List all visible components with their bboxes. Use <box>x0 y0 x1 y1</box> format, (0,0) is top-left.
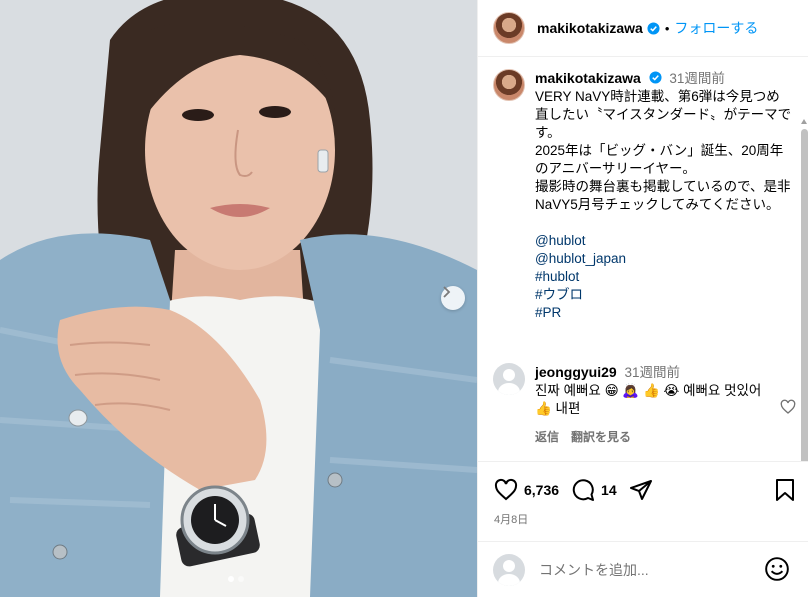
caption-tag[interactable]: #PR <box>535 304 793 322</box>
emoji-icon[interactable] <box>764 556 790 582</box>
add-comment-bar <box>478 541 808 597</box>
post-photo <box>0 0 477 597</box>
reply-button[interactable]: 返信 <box>535 428 559 446</box>
like-heart-icon[interactable] <box>494 478 518 502</box>
carousel-dots <box>228 576 244 582</box>
author-username[interactable]: makikotakizawa <box>537 20 643 36</box>
scroll-up-arrow[interactable] <box>801 119 807 124</box>
caption-username[interactable]: makikotakizawa <box>535 70 641 86</box>
caption-tag[interactable]: @hublot_japan <box>535 250 793 268</box>
comment-text: 진짜 예뻐요 😁 🙇‍♀️ 👍 😭 예뻐요 멋있어 👍 내편 <box>535 383 762 416</box>
commenter-username[interactable]: jeonggyui29 <box>535 364 617 380</box>
comments-scroll-area[interactable]: makikotakizawa 31週間前 VERY NaVY時計連載、第6弾は今… <box>478 57 808 461</box>
follow-button[interactable]: フォローする <box>674 18 758 38</box>
verified-badge-icon <box>647 21 660 35</box>
author-avatar[interactable] <box>493 12 525 44</box>
share-paper-plane-icon[interactable] <box>629 478 653 502</box>
scrollbar-thumb[interactable] <box>801 129 808 461</box>
post-date[interactable]: 4月8日 <box>494 511 528 527</box>
current-user-avatar <box>493 553 525 586</box>
commenter-avatar[interactable] <box>493 363 525 395</box>
caption-tag[interactable]: #ウブロ <box>535 286 793 304</box>
carousel-next-button[interactable] <box>441 286 465 310</box>
comment-item: jeonggyui29 31週間前 진짜 예뻐요 😁 🙇‍♀️ 👍 😭 예뻐요 … <box>493 363 796 446</box>
caption-author-avatar[interactable] <box>493 69 525 101</box>
header-separator: • <box>664 20 670 36</box>
comment-input[interactable] <box>539 561 759 578</box>
like-count[interactable]: 6,736 <box>524 482 559 498</box>
caption-tag[interactable]: @hublot <box>535 232 793 250</box>
comment-bubble-icon[interactable] <box>571 478 595 502</box>
post-side-panel: makikotakizawa • フォローする makikotakizawa 3… <box>477 0 808 597</box>
caption: makikotakizawa 31週間前 VERY NaVY時計連載、第6弾は今… <box>493 69 793 322</box>
verified-badge-icon <box>649 71 662 84</box>
post-actions: 6,736 14 4月8日 <box>478 461 808 541</box>
comment-time[interactable]: 31週間前 <box>624 365 680 380</box>
comment-like-icon[interactable] <box>780 399 796 415</box>
carousel-dot-active <box>228 576 234 582</box>
caption-time[interactable]: 31週間前 <box>669 71 725 86</box>
comment-count[interactable]: 14 <box>601 482 617 498</box>
chevron-right-icon <box>443 286 451 298</box>
caption-tag[interactable]: #hublot <box>535 268 793 286</box>
caption-text: VERY NaVY時計連載、第6弾は今見つめ直したい〝マイスタンダード〟がテーマ… <box>535 89 792 212</box>
carousel-dot <box>238 576 244 582</box>
post-header: makikotakizawa • フォローする <box>478 0 808 57</box>
post-media[interactable] <box>0 0 477 597</box>
scrollbar[interactable] <box>800 117 808 461</box>
see-translation-button[interactable]: 翻訳を見る <box>571 428 631 446</box>
bookmark-icon[interactable] <box>774 478 796 502</box>
